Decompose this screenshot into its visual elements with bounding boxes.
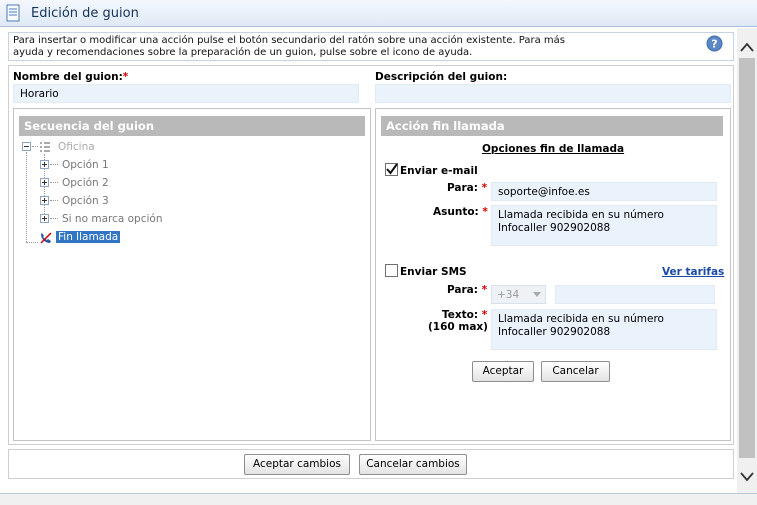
tree-item-option[interactable]: Si no marca opción (62, 213, 163, 225)
chevron-down-icon (533, 292, 541, 297)
scroll-down-icon[interactable] (737, 466, 757, 486)
sms-text-label: Texto: * (442, 309, 488, 321)
window-title: Edición de guion (31, 6, 139, 21)
info-text-line: ayuda y recomendaciones sobre la prepara… (13, 47, 473, 58)
checkmark-icon (386, 163, 398, 175)
sms-text-input[interactable]: Llamada recibida en su número Infocaller… (491, 309, 717, 350)
list-icon (40, 142, 50, 152)
cancel-changes-button[interactable]: Cancelar cambios (359, 454, 467, 475)
end-action-title: Acción fin llamada (381, 116, 723, 136)
name-input[interactable]: Horario (13, 84, 359, 103)
collapse-icon[interactable] (22, 142, 31, 151)
tree-connector (50, 218, 58, 219)
accept-changes-button[interactable]: Aceptar cambios (244, 454, 350, 475)
tree-root-label[interactable]: Oficina (58, 141, 95, 153)
email-to-label: Para: * (447, 182, 488, 194)
expand-icon[interactable] (40, 160, 49, 169)
options-heading: Opciones fin de llamada (482, 143, 625, 155)
send-sms-checkbox[interactable] (385, 264, 398, 277)
cancel-button[interactable]: Cancelar (541, 361, 610, 382)
script-icon (6, 4, 20, 22)
country-code-select[interactable]: +34 (491, 285, 546, 304)
send-sms-label: Enviar SMS (400, 266, 467, 278)
tree-item-option[interactable]: Opción 2 (62, 177, 109, 189)
name-label: Nombre del guion:* (13, 71, 129, 83)
description-input[interactable] (375, 84, 731, 103)
tree-connector (32, 146, 38, 147)
info-box: Para insertar o modificar una acción pul… (8, 32, 734, 61)
email-subject-label: Asunto: * (433, 206, 488, 218)
send-email-label: Enviar e-mail (400, 165, 478, 177)
svg-text:?: ? (711, 38, 717, 51)
sequence-panel: Secuencia del guion Oficina Opción 1 Opc… (13, 108, 371, 441)
title-bar: Edición de guion (0, 0, 757, 27)
tree-connector (50, 164, 58, 165)
email-subject-input[interactable]: Llamada recibida en su número Infocaller… (491, 205, 717, 246)
window-bottom-edge (0, 493, 757, 505)
tree-item-option[interactable]: Opción 3 (62, 195, 109, 207)
email-to-input[interactable]: soporte@infoe.es (491, 182, 717, 201)
sms-phone-input[interactable] (555, 285, 715, 304)
tree-connector (50, 182, 58, 183)
vertical-scrollbar[interactable] (737, 28, 757, 493)
info-text: Para insertar o modificar una acción pul… (13, 35, 593, 59)
scrollbar-thumb[interactable] (739, 58, 755, 458)
expand-icon[interactable] (40, 196, 49, 205)
tree-item-option[interactable]: Opción 1 (62, 159, 109, 171)
description-label: Descripción del guion: (375, 71, 508, 83)
tree-connector (50, 200, 58, 201)
end-action-panel: Acción fin llamada Opciones fin de llama… (375, 108, 731, 441)
sms-to-label: Para: * (447, 284, 488, 296)
help-icon[interactable]: ? (706, 35, 723, 52)
tree-connector (26, 152, 27, 242)
hang-up-phone-icon (40, 232, 52, 244)
footer-bar: Aceptar cambios Cancelar cambios (8, 449, 734, 479)
tree-connector (26, 242, 38, 243)
expand-icon[interactable] (40, 178, 49, 187)
expand-icon[interactable] (40, 214, 49, 223)
sequence-title: Secuencia del guion (19, 116, 365, 136)
accept-button[interactable]: Aceptar (472, 361, 534, 382)
rates-link[interactable]: Ver tarifas (662, 266, 724, 278)
info-text-line: Para insertar o modificar una acción pul… (13, 35, 566, 46)
content-area: Nombre del guion:* Horario Descripción d… (8, 65, 734, 445)
tree-item-end-call[interactable]: Fin llamada (56, 231, 121, 243)
country-code-value: +34 (497, 289, 520, 301)
scroll-up-icon[interactable] (737, 38, 757, 58)
send-email-checkbox[interactable] (385, 163, 398, 176)
sms-text-limit: (160 max) (428, 321, 488, 333)
